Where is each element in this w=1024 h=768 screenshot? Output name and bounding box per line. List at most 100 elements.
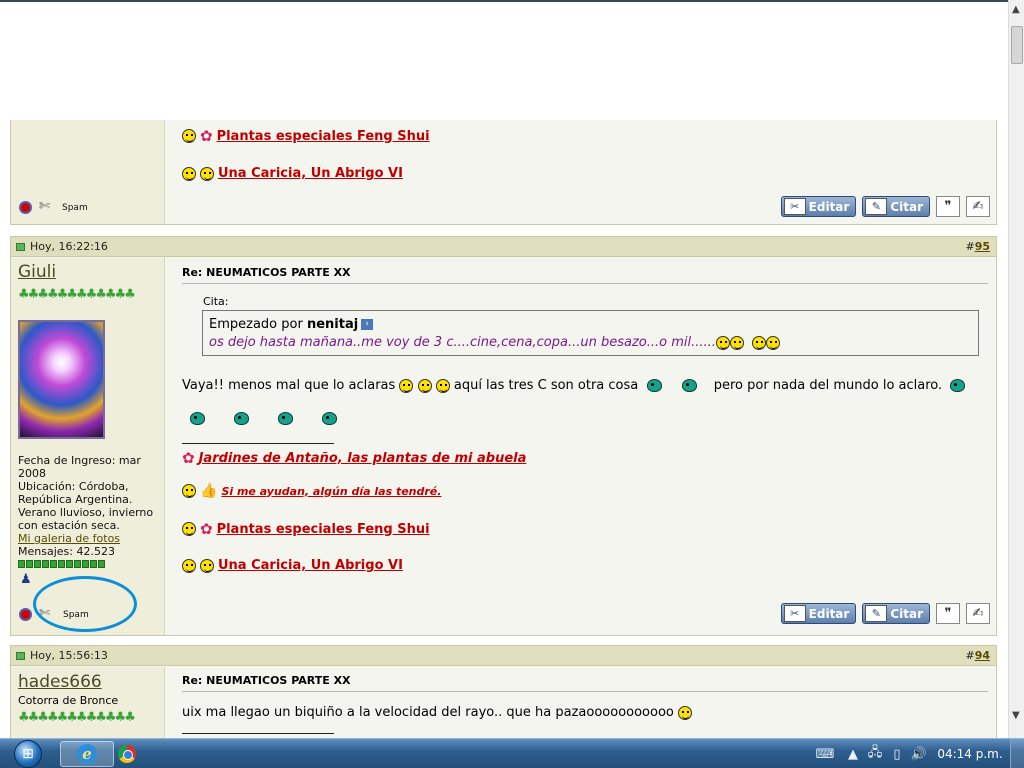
post-94: Hoy, 15:56:13 #94 hades666 Cotorra de Br… (10, 645, 997, 738)
post-number: #95 (965, 240, 990, 253)
windows-orb-icon: ⊞ (14, 740, 42, 768)
post-header: Hoy, 16:22:16 #95 (11, 237, 996, 257)
edit-label: Editar (808, 199, 850, 214)
post-header: Hoy, 15:56:13 #94 (11, 646, 996, 666)
double-smiley-icon (200, 558, 214, 573)
new-post-icon (16, 243, 25, 251)
chrome-icon (118, 745, 136, 763)
quote-label: Cita: (203, 295, 229, 308)
offline-status-icon (19, 201, 32, 214)
signature-link: ✿ Jardines de Antaño, las plantas de mi … (182, 449, 526, 467)
clock[interactable]: 04:14 p.m. (930, 747, 1010, 761)
turtle-icon (190, 412, 206, 425)
signature-link: 👍 Si me ayudan, algún día las tendré. (182, 483, 441, 499)
post-actions: ✂ Editar ✎ Citar ❞ ✍ (780, 196, 990, 217)
turtle-icon (322, 412, 338, 425)
edit-button[interactable]: ✂ Editar (780, 603, 857, 624)
reputation-clovers: ♣♣♣♣♣♣♣♣♣♣♣♣ (18, 710, 136, 725)
quick-reply-button[interactable]: ✍ (966, 603, 990, 624)
show-hidden-icons-icon[interactable]: ▲ (842, 747, 864, 762)
flower-icon: ✿ (200, 127, 213, 145)
view-post-arrow-icon[interactable]: › (361, 319, 374, 330)
message-count: Mensajes: 42.523 (18, 545, 115, 558)
scroll-thumb[interactable] (1011, 26, 1023, 64)
post-title: Re: NEUMATICOS PARTE XX (182, 266, 351, 279)
scissors-icon: ✂ (783, 605, 806, 622)
avatar[interactable] (18, 320, 105, 439)
double-smiley-icon (182, 558, 196, 573)
keyboard-icon[interactable]: ⌨ (814, 747, 836, 762)
quote-label: Citar (890, 606, 923, 621)
quote-button[interactable]: ✎ Citar (862, 603, 930, 624)
spam-report-icon[interactable]: ✄ (39, 199, 59, 215)
scroll-up-arrow-icon[interactable]: ▲ (1012, 4, 1020, 15)
smiley-icon (417, 378, 432, 393)
reputation-clovers: ♣♣♣♣♣♣♣♣♣♣♣♣ (18, 287, 136, 302)
join-date: Fecha de Ingreso: mar 2008 (18, 454, 141, 480)
network-icon[interactable]: 🖧 (864, 743, 886, 765)
signature-link-text[interactable]: Plantas especiales Feng Shui (217, 522, 430, 537)
signature-link-text[interactable]: Una Caricia, Un Abrigo VI (218, 558, 403, 573)
turtle-icon (682, 379, 698, 392)
quote-box: Empezado por nenitaj › os dejo hasta maña… (202, 310, 979, 356)
power-icon[interactable]: ▯ (886, 747, 908, 762)
user-panel: ✄ Spam (11, 120, 165, 224)
browser-blank-area (0, 0, 1008, 120)
signature-separator (182, 443, 334, 444)
reputation-bar (18, 560, 105, 568)
vertical-scrollbar[interactable]: ▲ ▼ (1008, 0, 1024, 738)
title-divider (182, 691, 988, 692)
quote-started-by: Empezado por (209, 317, 303, 332)
show-desktop-button[interactable] (1010, 739, 1024, 768)
forum-page: ✄ Spam ✿ Plantas especiales Feng Shui Un… (0, 120, 1008, 738)
pencil-icon: ✎ (865, 605, 888, 622)
quote-author-line: Empezado por nenitaj › (209, 317, 374, 332)
multi-quote-button[interactable]: ❞ (936, 196, 960, 217)
user-title: Cotorra de Bronce (18, 694, 119, 707)
quote-button[interactable]: ✎ Citar (862, 196, 930, 217)
signature-link: ✿ Plantas especiales Feng Shui (182, 520, 430, 538)
turtle-icon (950, 379, 966, 392)
flower-smiley-icon (182, 522, 196, 536)
post-title: Re: NEUMATICOS PARTE XX (182, 674, 351, 687)
post-number-link[interactable]: 95 (975, 240, 990, 253)
taskbar-chrome[interactable] (100, 741, 154, 767)
thumbs-up-icon: 👍 (200, 483, 218, 499)
offline-status-icon (19, 608, 32, 621)
turtle-icon (234, 412, 250, 425)
smiley-icon (729, 335, 744, 350)
message-text: aquí las tres C son otra cosa (453, 378, 639, 393)
post-number-link[interactable]: 94 (975, 649, 990, 662)
signature-link-text[interactable]: Plantas especiales Feng Shui (217, 129, 430, 144)
volume-icon[interactable]: 🔊 (908, 747, 930, 762)
double-smiley-icon (182, 166, 196, 181)
start-button[interactable]: ⊞ (2, 739, 54, 768)
signature-link-text[interactable]: Si me ayudan, algún día las tendré. (221, 485, 441, 498)
quote-author: nenitaj (306, 317, 359, 332)
quote-text: os dejo hasta mañana..me voy de 3 c....c… (209, 335, 781, 350)
gallery-link[interactable]: Mi galeria de fotos (18, 532, 120, 545)
username-link[interactable]: hades666 (18, 672, 102, 692)
smiley-icon (715, 335, 730, 350)
edit-button[interactable]: ✂ Editar (780, 196, 857, 217)
user-status-icon: ♟ (20, 572, 32, 587)
scroll-down-arrow-icon[interactable]: ▼ (1012, 710, 1020, 721)
quote-body: os dejo hasta mañana..me voy de 3 c....c… (209, 335, 716, 350)
quick-reply-button[interactable]: ✍ (966, 196, 990, 217)
signature-link-text[interactable]: Una Caricia, Un Abrigo VI (218, 166, 403, 181)
spam-label[interactable]: Spam (62, 203, 88, 213)
username-link[interactable]: Giuli (18, 262, 56, 282)
post-actions: ✂ Editar ✎ Citar ❞ ✍ (780, 603, 990, 624)
user-location: Ubicación: Córdoba, República Argentina.… (18, 480, 154, 532)
post-number: #94 (965, 649, 990, 662)
multi-quote-button[interactable]: ❞ (936, 603, 960, 624)
user-panel: hades666 Cotorra de Bronce ♣♣♣♣♣♣♣♣♣♣♣♣ (11, 667, 165, 738)
signature-link-text[interactable]: Jardines de Antaño, las plantas de mi ab… (199, 451, 527, 466)
turtle-row (182, 411, 338, 426)
scissors-icon: ✂ (783, 198, 806, 215)
taskbar: ⊞ e ⌨ ▲ 🖧 ▯ 🔊 04:14 p.m. (0, 738, 1024, 768)
signature-link: Una Caricia, Un Abrigo VI (182, 166, 403, 181)
turtle-icon (278, 412, 294, 425)
post-content: Re: NEUMATICOS PARTE XX uix ma llegao un… (171, 667, 996, 738)
post-previous: ✄ Spam ✿ Plantas especiales Feng Shui Un… (10, 120, 997, 225)
